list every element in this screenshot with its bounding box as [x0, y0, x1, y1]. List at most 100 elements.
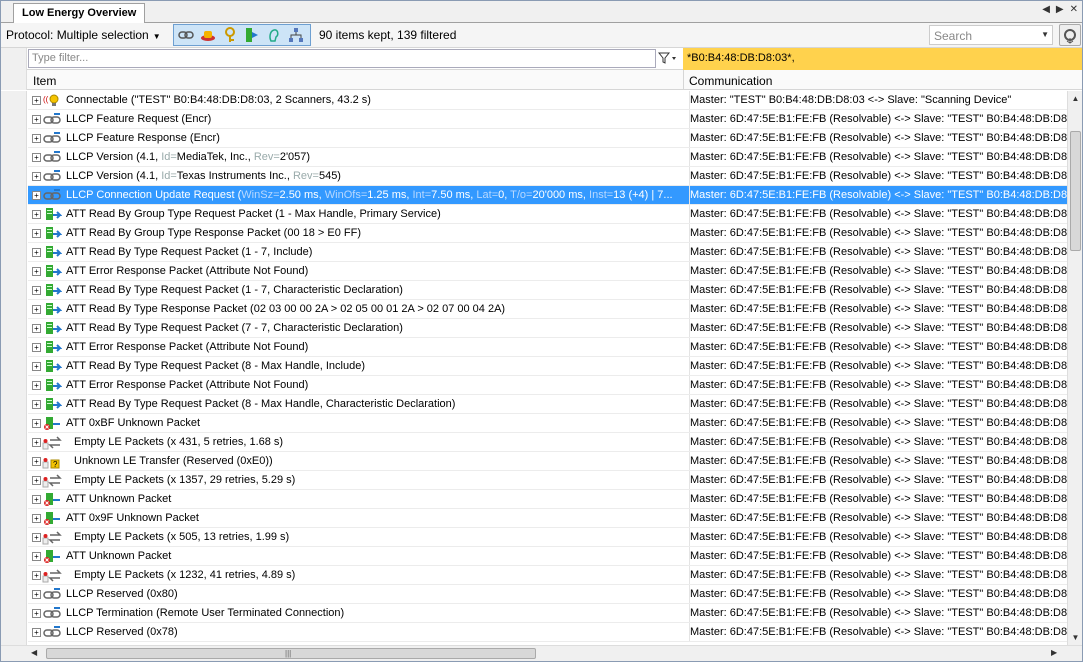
table-row[interactable]: + LLCP Reserved (0x78) Master: 6D:47:5E:B1… — [28, 623, 1067, 642]
scroll-down-icon[interactable]: ▼ — [1068, 630, 1083, 645]
vertical-scrollbar[interactable]: ▲ ▼ — [1067, 91, 1082, 645]
table-row[interactable]: + ATT Read By Type Request Packet (1 - 7,… — [28, 243, 1067, 262]
column-header-communication[interactable]: Communication — [689, 74, 772, 88]
search-input[interactable]: Search ▼ — [929, 25, 1053, 45]
scroll-up-icon[interactable]: ▲ — [1068, 91, 1083, 106]
table-row[interactable]: + ATT Unknown Packet Master: 6D:47:5E:B1:F… — [28, 547, 1067, 566]
table-row[interactable]: +? Unknown LE Transfer (Reserved (0xE0)) M… — [28, 452, 1067, 471]
expand-icon[interactable]: + — [32, 552, 41, 561]
table-row[interactable]: + ATT Read By Group Type Response Packet … — [28, 224, 1067, 243]
table-row[interactable]: + Empty LE Packets (x 1357, 29 retries, 5… — [28, 471, 1067, 490]
expand-icon[interactable]: + — [32, 324, 41, 333]
expand-icon[interactable]: + — [32, 609, 41, 618]
protocol-dropdown[interactable]: Protocol: Multiple selection ▼ — [6, 28, 161, 44]
link-layer-filter-button[interactable] — [176, 26, 196, 44]
expand-icon[interactable]: + — [32, 476, 41, 485]
hand-filter-button[interactable] — [264, 26, 284, 44]
table-row[interactable]: + LLCP Version (4.1, Id=Texas Instruments… — [28, 167, 1067, 186]
expand-icon[interactable]: + — [32, 590, 41, 599]
close-icon[interactable]: ✕ — [1070, 4, 1078, 15]
scroll-left-icon[interactable]: ◀ — [1042, 4, 1050, 15]
expand-icon[interactable]: + — [32, 229, 41, 238]
expand-icon[interactable]: + — [32, 343, 41, 352]
table-row[interactable]: + ATT Read By Group Type Request Packet (… — [28, 205, 1067, 224]
expand-icon[interactable]: + — [32, 381, 41, 390]
expand-icon[interactable]: + — [32, 495, 41, 504]
table-row[interactable]: + Empty LE Packets (x 505, 13 retries, 1.… — [28, 528, 1067, 547]
row-item-text: LLCP Version (4.1, Id=MediaTek, Inc., Re… — [66, 148, 681, 166]
expand-icon[interactable]: + — [32, 172, 41, 181]
key-filter-button[interactable] — [220, 26, 240, 44]
expand-icon[interactable]: + — [32, 438, 41, 447]
link-icon — [42, 587, 62, 602]
table-row[interactable]: + ATT Read By Type Response Packet (02 03… — [28, 300, 1067, 319]
table-row[interactable]: + ATT 0x9F Unknown Packet Master: 6D:47:5E… — [28, 509, 1067, 528]
row-communication-text: Master: 6D:47:5E:B1:FE:FB (Resolvable) <… — [689, 224, 1067, 242]
row-item-part: LLCP Version (4.1, — [66, 151, 162, 163]
expand-icon[interactable]: + — [32, 153, 41, 162]
table-row[interactable]: + ATT Read By Type Request Packet (1 - 7,… — [28, 281, 1067, 300]
table-row[interactable]: + ATT Error Response Packet (Attribute No… — [28, 376, 1067, 395]
table-row[interactable]: + ATT Read By Type Request Packet (7 - 7,… — [28, 319, 1067, 338]
expand-icon[interactable]: + — [32, 305, 41, 314]
table-row[interactable]: + LLCP Termination (Remote User Terminate… — [28, 604, 1067, 623]
expand-icon[interactable]: + — [32, 419, 41, 428]
row-communication-text: Master: 6D:47:5E:B1:FE:FB (Resolvable) <… — [689, 319, 1067, 337]
filter-expression[interactable]: *B0:B4:48:DB:D8:03*, — [683, 48, 1082, 70]
horizontal-scroll-thumb[interactable]: ||| — [46, 648, 536, 659]
tab-strip: Low Energy Overview ◀ ▶ ✕ — [1, 1, 1082, 24]
expand-icon[interactable]: + — [32, 571, 41, 580]
advertising-filter-button[interactable] — [198, 26, 218, 44]
row-item-text: ATT 0xBF Unknown Packet — [66, 417, 201, 429]
expand-icon[interactable]: + — [32, 210, 41, 219]
row-item-part: 7.50 ms, — [431, 189, 477, 201]
expand-icon[interactable]: + — [32, 362, 41, 371]
expand-icon[interactable]: + — [32, 96, 41, 105]
filter-input[interactable]: Type filter... — [28, 49, 656, 68]
expand-icon[interactable]: + — [32, 191, 41, 200]
options-button[interactable] — [1059, 24, 1081, 46]
key-icon — [225, 27, 235, 42]
expand-icon[interactable]: + — [32, 533, 41, 542]
table-row[interactable]: + ATT Error Response Packet (Attribute No… — [28, 262, 1067, 281]
table-row[interactable]: + ATT Error Response Packet (Attribute No… — [28, 338, 1067, 357]
horizontal-scrollbar[interactable]: ◀ ||| ▶ — [1, 645, 1082, 661]
scroll-left-arrow-icon[interactable]: ◀ — [31, 648, 37, 657]
search-dropdown-icon[interactable]: ▼ — [1041, 30, 1049, 39]
expand-icon[interactable]: + — [32, 248, 41, 257]
row-item-part: Rev= — [292, 170, 319, 182]
att-filter-button[interactable] — [242, 26, 262, 44]
network-filter-button[interactable] — [286, 26, 306, 44]
table-row[interactable]: + ATT Unknown Packet Master: 6D:47:5E:B1:F… — [28, 490, 1067, 509]
column-header-item[interactable]: Item — [33, 74, 56, 88]
table-row[interactable]: + Empty LE Packets (x 431, 5 retries, 1.6… — [28, 433, 1067, 452]
row-item-text: Unknown LE Transfer (Reserved (0xE0)) — [74, 455, 273, 467]
table-row[interactable]: + Empty LE Packets (x 1232, 41 retries, 4… — [28, 566, 1067, 585]
row-item-part: Id= — [161, 170, 177, 182]
expand-icon[interactable]: + — [32, 628, 41, 637]
column-separator[interactable] — [683, 70, 684, 90]
expand-icon[interactable]: + — [32, 286, 41, 295]
vertical-scroll-thumb[interactable] — [1070, 131, 1081, 251]
table-row[interactable]: + ATT Read By Type Request Packet (8 - Ma… — [28, 357, 1067, 376]
table-row[interactable]: + LLCP Connection Update Request (WinSz=2… — [28, 186, 1067, 205]
table-row[interactable]: +((Connectable ("TEST" B0:B4:48:DB:D8:03… — [28, 91, 1067, 110]
expand-icon[interactable]: + — [32, 267, 41, 276]
expand-icon[interactable]: + — [32, 115, 41, 124]
scroll-right-icon[interactable]: ▶ — [1056, 4, 1064, 15]
table-row[interactable]: + LLCP Feature Request (Encr) Master: 6D:4… — [28, 110, 1067, 129]
expand-icon[interactable]: + — [32, 457, 41, 466]
row-item-text: Empty LE Packets (x 1357, 29 retries, 5.… — [74, 474, 296, 486]
expand-icon[interactable]: + — [32, 514, 41, 523]
tab-low-energy-overview[interactable]: Low Energy Overview — [13, 3, 146, 24]
expand-icon[interactable]: + — [32, 134, 41, 143]
expand-icon[interactable]: + — [32, 400, 41, 409]
table-row[interactable]: + LLCP Feature Response (Encr) Master: 6D:… — [28, 129, 1067, 148]
row-item-part: T/o= — [510, 189, 533, 201]
filter-funnel-icon[interactable] — [657, 51, 678, 68]
scroll-right-arrow-icon[interactable]: ▶ — [1051, 648, 1057, 657]
table-row[interactable]: + LLCP Reserved (0x80) Master: 6D:47:5E:B1… — [28, 585, 1067, 604]
table-row[interactable]: + ATT 0xBF Unknown Packet Master: 6D:47:5E… — [28, 414, 1067, 433]
table-row[interactable]: + ATT Read By Type Request Packet (8 - Ma… — [28, 395, 1067, 414]
table-row[interactable]: + LLCP Version (4.1, Id=MediaTek, Inc., R… — [28, 148, 1067, 167]
